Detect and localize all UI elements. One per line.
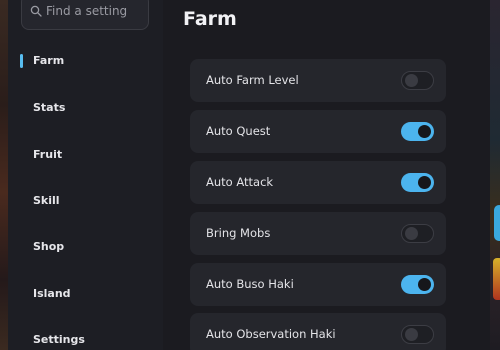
setting-row-auto-buso-haki: Auto Buso Haki (190, 263, 446, 306)
auto-buso-haki-toggle[interactable] (401, 275, 434, 294)
bring-mobs-toggle[interactable] (401, 224, 434, 243)
setting-label: Bring Mobs (206, 226, 271, 240)
game-element-blue (494, 205, 500, 241)
game-background-left (0, 0, 8, 350)
main-panel: Farm Auto Farm Level Auto Quest Auto Att… (163, 0, 490, 350)
sidebar-item-fruit[interactable]: Fruit (16, 140, 156, 170)
sidebar: Farm Stats Fruit Skill Shop Island Setti… (8, 0, 164, 350)
setting-row-auto-farm-level: Auto Farm Level (190, 59, 446, 102)
toggle-knob (405, 327, 418, 341)
setting-row-auto-observation-haki: Auto Observation Haki (190, 313, 446, 350)
sidebar-item-label: Island (33, 287, 71, 300)
setting-label: Auto Farm Level (206, 73, 299, 87)
sidebar-item-label: Farm (33, 54, 65, 67)
search-icon (30, 5, 42, 17)
search-box[interactable] (21, 0, 149, 30)
game-background-right (490, 0, 500, 350)
setting-label: Auto Buso Haki (206, 277, 294, 291)
toggle-knob (405, 226, 418, 240)
sidebar-item-label: Settings (33, 333, 85, 346)
sidebar-item-island[interactable]: Island (16, 279, 156, 309)
sidebar-item-label: Shop (33, 240, 65, 253)
sidebar-item-farm[interactable]: Farm (16, 46, 156, 76)
auto-attack-toggle[interactable] (401, 173, 434, 192)
game-element-yellow (493, 258, 500, 300)
app-window: Farm Stats Fruit Skill Shop Island Setti… (0, 0, 500, 350)
sidebar-item-shop[interactable]: Shop (16, 232, 156, 262)
sidebar-item-skill[interactable]: Skill (16, 186, 156, 216)
auto-quest-toggle[interactable] (401, 122, 434, 141)
setting-row-auto-attack: Auto Attack (190, 161, 446, 204)
auto-observation-haki-toggle[interactable] (401, 325, 434, 344)
sidebar-item-settings[interactable]: Settings (16, 325, 156, 350)
setting-row-bring-mobs: Bring Mobs (190, 212, 446, 255)
setting-label: Auto Quest (206, 124, 271, 138)
setting-label: Auto Attack (206, 175, 274, 189)
sidebar-item-stats[interactable]: Stats (16, 93, 156, 123)
toggle-knob (405, 73, 418, 87)
toggle-knob (418, 125, 431, 138)
toggle-knob (418, 176, 431, 189)
toggle-knob (418, 278, 431, 291)
setting-row-auto-quest: Auto Quest (190, 110, 446, 153)
sidebar-item-label: Fruit (33, 148, 63, 161)
setting-label: Auto Observation Haki (206, 327, 336, 341)
active-indicator (20, 54, 23, 68)
sidebar-item-label: Skill (33, 194, 60, 207)
page-title: Farm (183, 8, 237, 30)
search-input[interactable] (46, 1, 144, 21)
auto-farm-level-toggle[interactable] (401, 71, 434, 90)
sidebar-item-label: Stats (33, 101, 66, 114)
